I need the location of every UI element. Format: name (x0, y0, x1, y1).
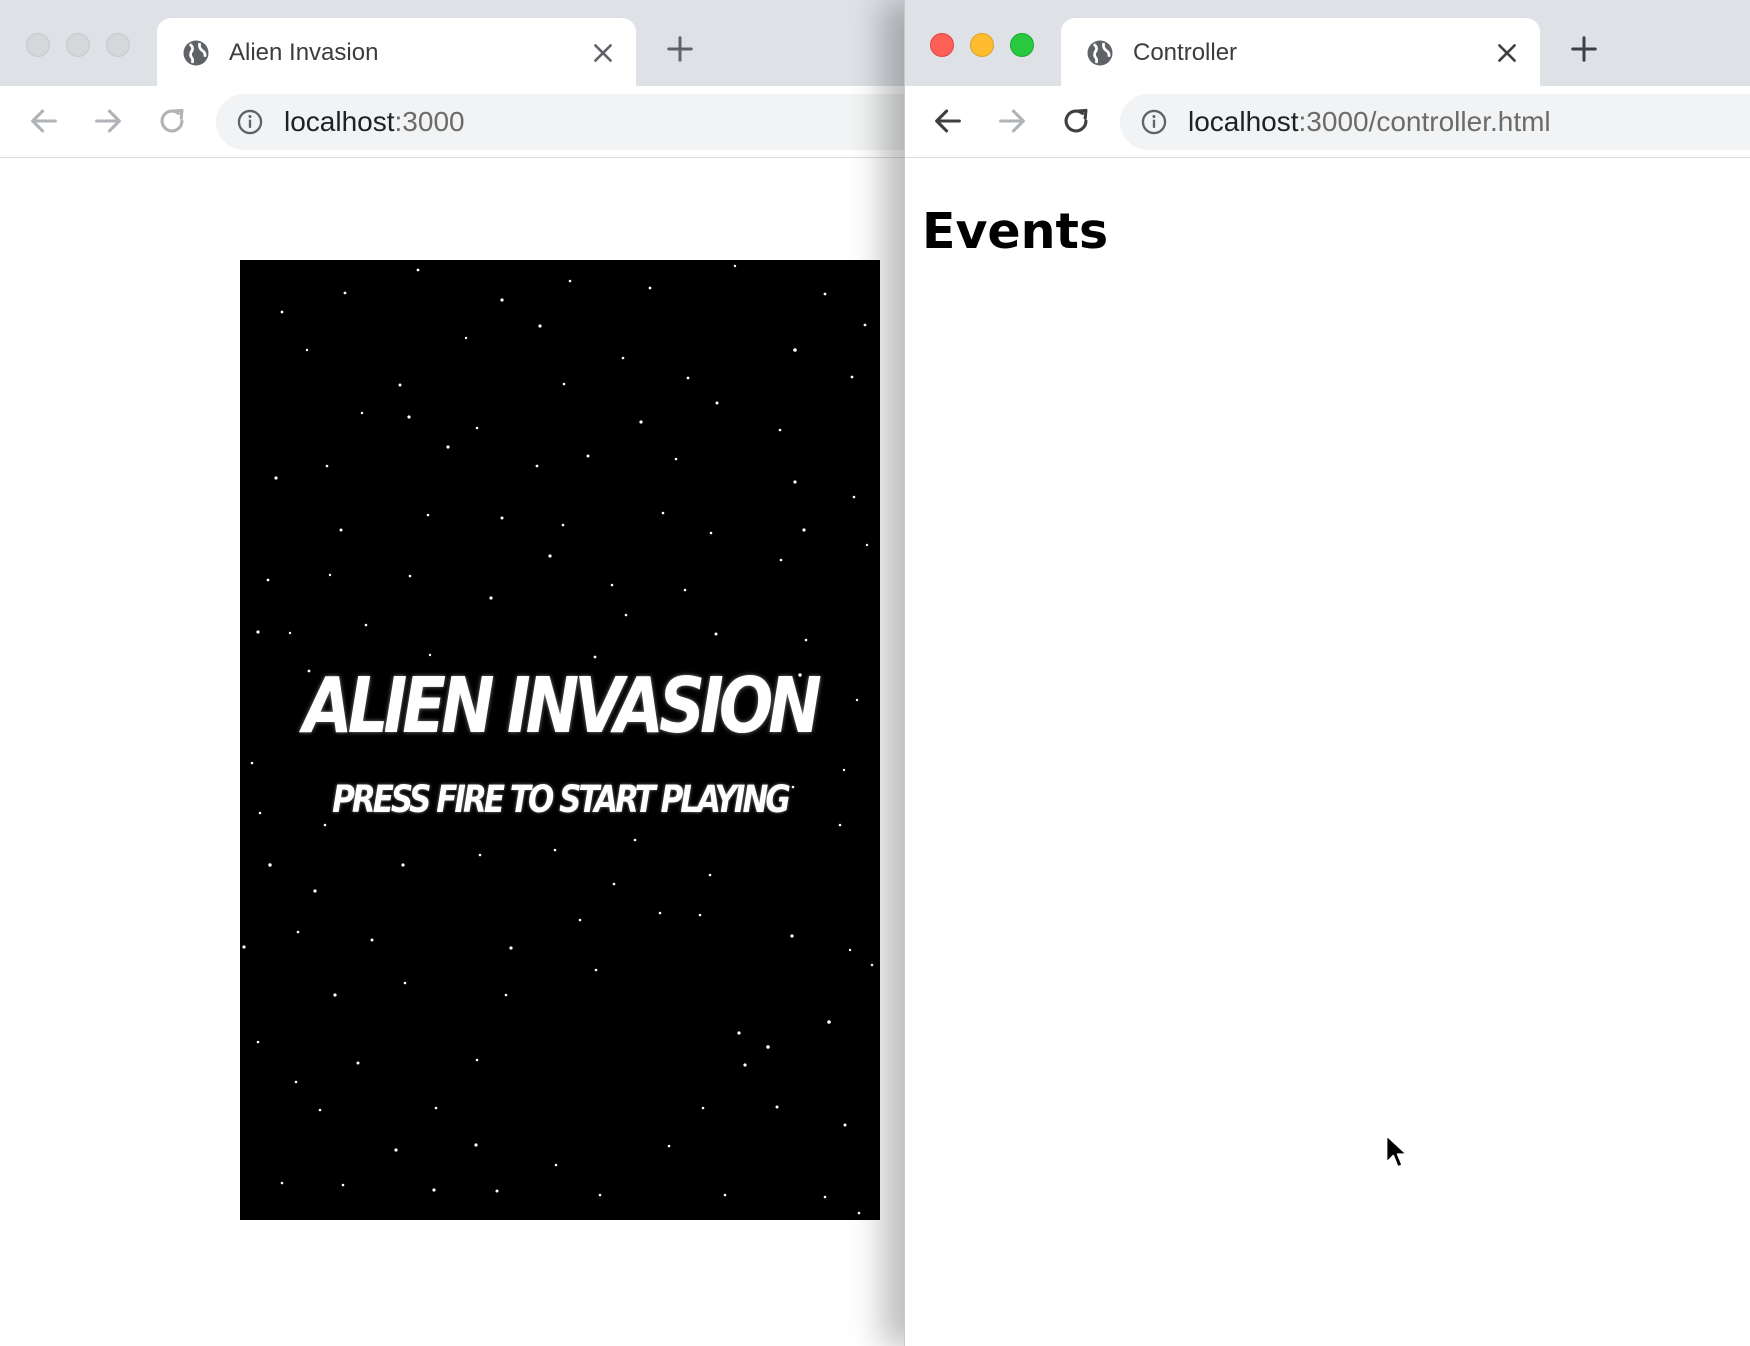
browser-window-game: Alien Invasion localhost:3000 ALIEN INVA… (0, 0, 904, 1346)
back-arrow-icon[interactable] (27, 104, 61, 138)
globe-icon (183, 40, 209, 66)
forward-arrow-icon[interactable] (91, 104, 125, 138)
page-viewport: Events (905, 159, 1750, 1346)
tab-strip: Alien Invasion (0, 0, 904, 86)
forward-arrow-icon[interactable] (995, 104, 1029, 138)
browser-window-controller: Controller localhost:3000/controller.htm… (904, 0, 1750, 1346)
window-minimize-button[interactable] (970, 33, 994, 57)
url-host: localhost (284, 106, 395, 137)
tab-strip: Controller (905, 0, 1750, 86)
tab-title: Controller (1133, 39, 1238, 66)
page-viewport: Alien Invasion Press fire to start playi… (0, 159, 904, 1346)
window-close-button[interactable] (26, 33, 50, 57)
window-maximize-button[interactable] (1010, 33, 1034, 57)
close-tab-icon[interactable] (590, 40, 616, 66)
game-canvas[interactable]: Alien Invasion Press fire to start playi… (240, 260, 880, 1220)
new-tab-icon[interactable] (1569, 34, 1599, 64)
tab-title: Alien Invasion (229, 39, 379, 66)
info-icon[interactable] (236, 108, 264, 136)
reload-icon[interactable] (1059, 104, 1093, 138)
window-minimize-button[interactable] (66, 33, 90, 57)
tab-alien-invasion[interactable]: Alien Invasion (157, 18, 636, 86)
address-bar[interactable]: localhost:3000/controller.html (1120, 94, 1750, 150)
close-tab-icon[interactable] (1494, 40, 1520, 66)
game-subtitle: Press fire to start playing (332, 778, 791, 822)
back-arrow-icon[interactable] (931, 104, 965, 138)
page-heading: Events (922, 203, 1109, 260)
new-tab-icon[interactable] (665, 34, 695, 64)
address-bar[interactable]: localhost:3000 (216, 94, 904, 150)
url-path: :3000/controller.html (1298, 106, 1551, 137)
mouse-cursor-icon (1385, 1134, 1408, 1168)
game-title: Alien Invasion (303, 662, 822, 752)
tab-controller[interactable]: Controller (1061, 18, 1540, 86)
globe-icon (1087, 40, 1113, 66)
url-text: localhost:3000/controller.html (1188, 106, 1551, 138)
info-icon[interactable] (1140, 108, 1168, 136)
window-close-button[interactable] (930, 33, 954, 57)
url-text: localhost:3000 (284, 106, 465, 138)
url-path: :3000 (394, 106, 465, 137)
window-maximize-button[interactable] (106, 33, 130, 57)
url-host: localhost (1188, 106, 1299, 137)
reload-icon[interactable] (155, 104, 189, 138)
